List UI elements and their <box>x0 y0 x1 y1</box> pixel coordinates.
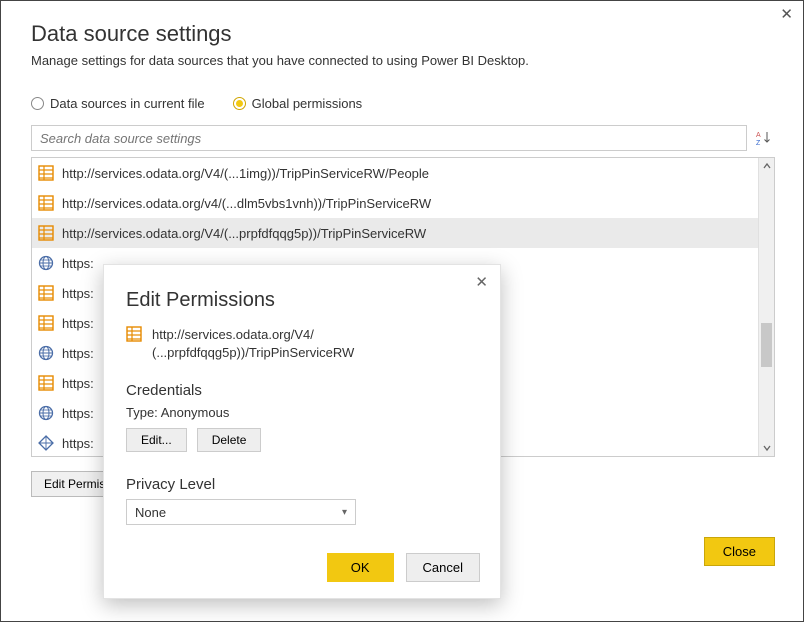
credentials-type: Type: Anonymous <box>126 405 478 420</box>
dialog-subtitle: Manage settings for data sources that yo… <box>31 53 775 68</box>
radio-current-file[interactable]: Data sources in current file <box>31 96 205 111</box>
list-item-label: https: <box>62 346 94 361</box>
close-icon[interactable]: ✕ <box>780 7 793 22</box>
scope-radio-group: Data sources in current file Global perm… <box>31 96 775 111</box>
diamond-icon <box>38 435 54 451</box>
privacy-level-heading: Privacy Level <box>126 476 478 493</box>
globe-icon <box>38 405 54 421</box>
radio-label: Data sources in current file <box>50 96 205 111</box>
table-icon <box>38 225 54 241</box>
list-item-label: https: <box>62 316 94 331</box>
table-icon <box>38 285 54 301</box>
globe-icon <box>38 255 54 271</box>
scroll-down-icon[interactable] <box>759 440 774 456</box>
scroll-up-icon[interactable] <box>759 158 774 174</box>
table-icon <box>38 315 54 331</box>
close-icon[interactable]: ✕ <box>475 275 488 290</box>
dialog-window: ✕ Data source settings Manage settings f… <box>0 0 804 622</box>
globe-icon <box>38 345 54 361</box>
list-item-label: https: <box>62 376 94 391</box>
scrollbar[interactable] <box>758 158 774 456</box>
sort-icon: A Z <box>756 130 772 146</box>
dialog-title: Data source settings <box>31 21 775 47</box>
sort-button[interactable]: A Z <box>753 127 775 149</box>
edit-permissions-dialog: ✕ Edit Permissions http://services.odata… <box>103 264 501 599</box>
close-button[interactable]: Close <box>704 537 775 566</box>
table-icon <box>38 375 54 391</box>
list-item-label: https: <box>62 406 94 421</box>
table-icon <box>38 195 54 211</box>
radio-global-permissions[interactable]: Global permissions <box>233 96 363 111</box>
credentials-buttons: Edit... Delete <box>126 428 478 452</box>
credentials-heading: Credentials <box>126 382 478 399</box>
list-item-label: https: <box>62 436 94 451</box>
ok-button[interactable]: OK <box>327 553 394 582</box>
chevron-down-icon: ▾ <box>342 507 347 518</box>
privacy-level-select[interactable]: None ▾ <box>126 499 356 525</box>
radio-icon <box>233 97 246 110</box>
table-icon <box>38 165 54 181</box>
modal-footer: OK Cancel <box>327 553 480 582</box>
svg-text:A: A <box>756 132 761 139</box>
edit-credentials-button[interactable]: Edit... <box>126 428 187 452</box>
scroll-thumb[interactable] <box>761 323 772 367</box>
list-item[interactable]: http://services.odata.org/v4/(...dlm5vbs… <box>32 188 758 218</box>
svg-text:Z: Z <box>756 140 761 146</box>
cancel-button[interactable]: Cancel <box>406 553 480 582</box>
list-item-label: http://services.odata.org/v4/(...dlm5vbs… <box>62 196 431 211</box>
radio-icon <box>31 97 44 110</box>
list-item-label: https: <box>62 256 94 271</box>
delete-credentials-button[interactable]: Delete <box>197 428 262 452</box>
list-item-label: http://services.odata.org/V4/(...prpfdfq… <box>62 226 426 241</box>
search-row: A Z <box>31 125 775 151</box>
modal-title: Edit Permissions <box>126 289 478 312</box>
search-input[interactable] <box>31 125 747 151</box>
table-icon <box>126 326 142 342</box>
list-item[interactable]: http://services.odata.org/V4/(...1img))/… <box>32 158 758 188</box>
data-source-path: http://services.odata.org/V4/ (...prpfdf… <box>126 326 478 362</box>
privacy-level-value: None <box>135 505 166 520</box>
list-item-label: https: <box>62 286 94 301</box>
radio-label: Global permissions <box>252 96 363 111</box>
list-item-label: http://services.odata.org/V4/(...1img))/… <box>62 166 429 181</box>
list-item[interactable]: http://services.odata.org/V4/(...prpfdfq… <box>32 218 758 248</box>
path-text: http://services.odata.org/V4/ (...prpfdf… <box>152 326 354 362</box>
